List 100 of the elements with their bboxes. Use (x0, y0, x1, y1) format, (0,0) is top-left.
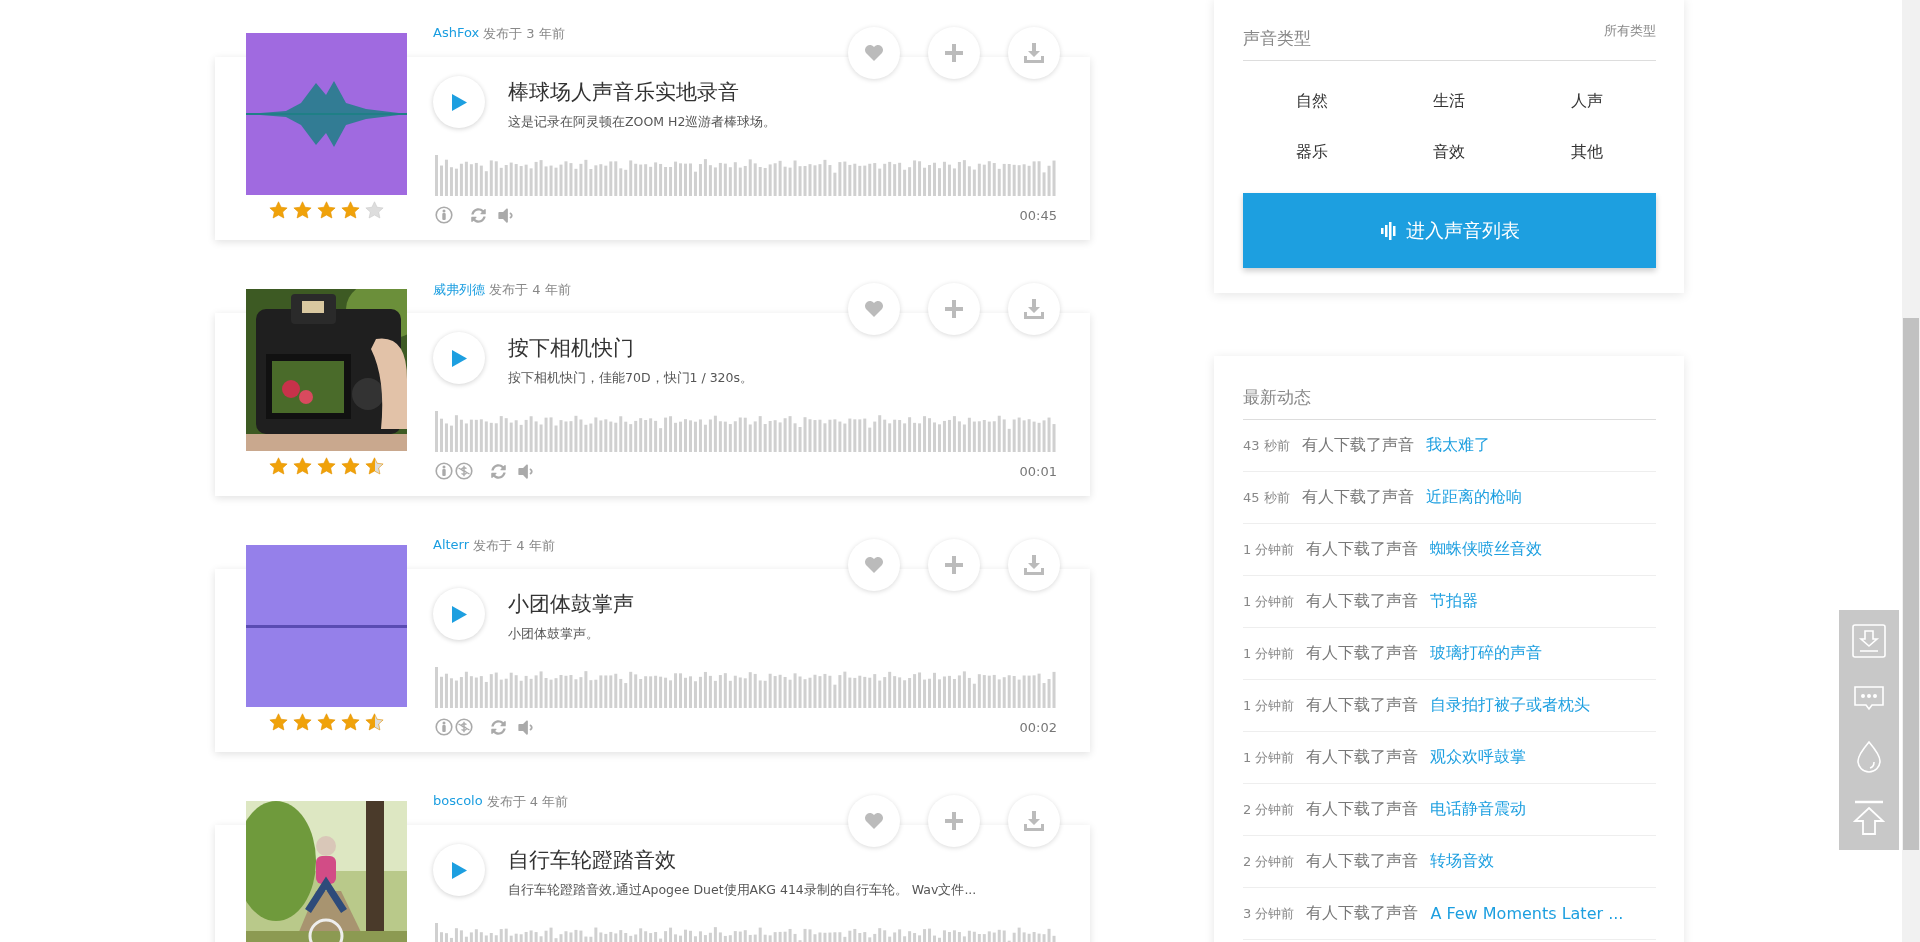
sound-title[interactable]: 自行车轮蹬踏音效 (508, 846, 977, 874)
star-icon (365, 201, 384, 219)
panel-title: 最新动态 (1243, 386, 1311, 409)
download-icon (1024, 811, 1044, 831)
no-dollar-icon[interactable] (455, 462, 473, 480)
scrollbar-thumb[interactable] (1903, 318, 1919, 850)
sound-link[interactable]: 转场音效 (1430, 851, 1495, 872)
play-icon (450, 92, 468, 112)
sound-title[interactable]: 棒球场人声音乐实地录音 (508, 78, 777, 106)
no-dollar-icon[interactable] (455, 718, 473, 736)
download-icon (1024, 43, 1044, 63)
add-button[interactable] (928, 795, 980, 847)
plus-icon (945, 812, 963, 830)
author-link[interactable]: Alterr (433, 537, 470, 555)
loop-icon[interactable] (491, 463, 506, 479)
download-icon[interactable] (1852, 623, 1886, 658)
download-button[interactable] (1008, 795, 1060, 847)
author-link[interactable]: AshFox (433, 25, 480, 43)
play-button[interactable] (433, 76, 485, 128)
play-icon (450, 348, 468, 368)
sound-link[interactable]: 玻璃打碎的声音 (1430, 643, 1543, 664)
scrollbar[interactable] (1902, 0, 1920, 942)
star-icon (365, 713, 384, 731)
sound-link[interactable]: 观众欢呼鼓掌 (1430, 747, 1527, 768)
person-circle-icon[interactable] (435, 462, 453, 480)
sound-link[interactable]: 自录拍打被子或者枕头 (1430, 695, 1591, 716)
sound-description: 这是记录在阿灵顿在ZOOM H2巡游者棒球场。 (508, 114, 777, 131)
sound-link[interactable]: 蜘蛛侠喷丝音效 (1430, 539, 1543, 560)
like-button[interactable] (848, 795, 900, 847)
activity-text: 有人下载了声音 (1306, 851, 1419, 872)
activity-time: 2 分钟前 (1243, 852, 1295, 871)
loop-icon[interactable] (471, 207, 486, 223)
panel-title: 声音类型 (1243, 27, 1311, 50)
activity-text: 有人下载了声音 (1306, 539, 1419, 560)
category-link[interactable]: 器乐 (1295, 142, 1328, 163)
star-icon (341, 201, 360, 219)
back-to-top-icon[interactable] (1853, 800, 1885, 837)
loop-icon[interactable] (491, 719, 506, 735)
person-circle-icon[interactable] (435, 206, 453, 224)
person-circle-icon[interactable] (435, 718, 453, 736)
activity-time: 1 分钟前 (1243, 748, 1295, 767)
author-link[interactable]: boscolo (433, 793, 483, 811)
sound-link[interactable]: A Few Moments Later ... (1430, 904, 1624, 923)
sound-link[interactable]: 近距离的枪响 (1425, 487, 1522, 508)
activity-time: 1 分钟前 (1243, 540, 1295, 559)
all-types-link[interactable]: 所有类型 (1604, 22, 1656, 40)
posted-time: 发布于 4 年前 (473, 537, 555, 555)
sound-title[interactable]: 按下相机快门 (508, 334, 753, 362)
star-icon (317, 457, 336, 475)
play-button[interactable] (433, 332, 485, 384)
category-link[interactable]: 音效 (1433, 142, 1466, 163)
activity-time: 3 分钟前 (1243, 904, 1295, 923)
posted-time: 发布于 4 年前 (486, 793, 569, 811)
sound-title[interactable]: 小团体鼓掌声 (508, 590, 634, 618)
sound-link[interactable]: 我太难了 (1425, 435, 1490, 456)
sound-link[interactable]: 电话静音震动 (1430, 799, 1527, 820)
star-icon (317, 713, 336, 731)
drop-icon[interactable] (1855, 740, 1883, 773)
add-button[interactable] (928, 283, 980, 335)
duration: 00:02 (1019, 719, 1057, 735)
activity-text: 有人下载了声音 (1306, 643, 1419, 664)
waveform-drawing[interactable] (435, 155, 1057, 196)
author-link[interactable]: 威弗列德 (433, 281, 485, 299)
sound-link[interactable]: 节拍器 (1430, 591, 1479, 612)
star-icon (293, 457, 312, 475)
play-button[interactable] (433, 844, 485, 896)
sound-list-button[interactable]: 进入声音列表 (1243, 193, 1656, 268)
sound-description: 小团体鼓掌声。 (508, 626, 600, 643)
posted-time: 发布于 4 年前 (489, 281, 571, 299)
download-button[interactable] (1008, 539, 1060, 591)
add-button[interactable] (928, 27, 980, 79)
activity-text: 有人下载了声音 (1301, 435, 1414, 456)
heart-icon (864, 44, 884, 62)
activity-text: 有人下载了声音 (1306, 591, 1419, 612)
like-button[interactable] (848, 27, 900, 79)
sound-description: 自行车轮蹬踏音效,通过Apogee Duet使用AKG 414录制的自行车轮。 Wav文件... (508, 882, 977, 899)
play-button[interactable] (433, 588, 485, 640)
sound-description: 按下相机快门，佳能70D，快门1 / 320s。 (508, 370, 753, 387)
like-button[interactable] (848, 283, 900, 335)
activity-time: 2 分钟前 (1243, 800, 1295, 819)
star-icon (293, 713, 312, 731)
waveform-drawing[interactable] (435, 667, 1057, 708)
plus-icon (945, 556, 963, 574)
category-link[interactable]: 其他 (1571, 142, 1604, 163)
heart-icon (864, 812, 884, 830)
activity-time: 1 分钟前 (1243, 592, 1295, 611)
category-link[interactable]: 人声 (1571, 91, 1604, 112)
category-link[interactable]: 自然 (1295, 91, 1328, 112)
download-icon (1024, 299, 1044, 319)
activity-text: 有人下载了声音 (1301, 487, 1414, 508)
activity-time: 45 秒前 (1243, 488, 1290, 507)
star-icon (269, 201, 288, 219)
duration: 00:01 (1019, 463, 1057, 479)
waveform-drawing[interactable] (435, 411, 1057, 452)
category-link[interactable]: 生活 (1433, 91, 1466, 112)
download-button[interactable] (1008, 283, 1060, 335)
download-button[interactable] (1008, 27, 1060, 79)
add-button[interactable] (928, 539, 980, 591)
star-icon (293, 201, 312, 219)
like-button[interactable] (848, 539, 900, 591)
